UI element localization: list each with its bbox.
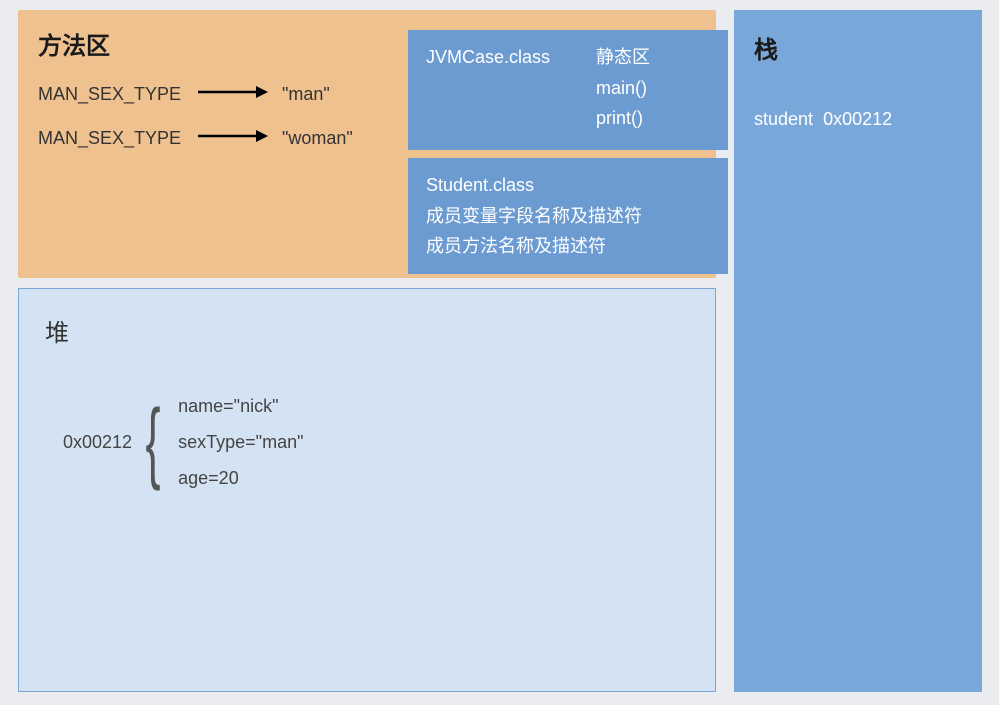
- heap-field: name="nick": [178, 388, 303, 424]
- stack-ref-name: student: [754, 109, 813, 129]
- static-area-label: 静态区: [596, 42, 650, 73]
- constant-name: MAN_SEX_TYPE: [38, 84, 198, 105]
- arrow-icon: [198, 85, 268, 104]
- class-name: Student.class: [426, 170, 710, 201]
- stack-ref-addr: 0x00212: [823, 109, 892, 129]
- stack-entry: student 0x00212: [754, 109, 962, 130]
- heap-field: age=20: [178, 460, 303, 496]
- heap-object-fields: name="nick" sexType="man" age=20: [178, 388, 303, 496]
- jvmcase-class-box: JVMCase.class 静态区 main() print(): [408, 30, 728, 150]
- heap-area: 堆 0x00212 { name="nick" sexType="man" ag…: [18, 288, 716, 692]
- method-area: 方法区 MAN_SEX_TYPE "man" MAN_SEX_TYPE "wom…: [18, 10, 716, 278]
- curly-brace-icon: {: [146, 406, 161, 478]
- heap-field: sexType="man": [178, 424, 303, 460]
- heap-object: 0x00212 { name="nick" sexType="man" age=…: [63, 388, 689, 496]
- stack-area: 栈 student 0x00212: [734, 10, 982, 692]
- constant-value: "man": [282, 84, 330, 105]
- stack-title: 栈: [754, 30, 962, 65]
- heap-object-addr: 0x00212: [63, 432, 132, 453]
- constant-name: MAN_SEX_TYPE: [38, 128, 198, 149]
- constant-value: "woman": [282, 128, 353, 149]
- method-desc-label: 成员方法名称及描述符: [426, 231, 710, 262]
- field-desc-label: 成员变量字段名称及描述符: [426, 201, 710, 232]
- method-label: main(): [596, 73, 650, 104]
- class-name: JVMCase.class: [426, 42, 596, 73]
- heap-title: 堆: [45, 313, 689, 348]
- student-class-box: Student.class 成员变量字段名称及描述符 成员方法名称及描述符: [408, 158, 728, 274]
- method-label: print(): [596, 103, 650, 134]
- arrow-icon: [198, 129, 268, 148]
